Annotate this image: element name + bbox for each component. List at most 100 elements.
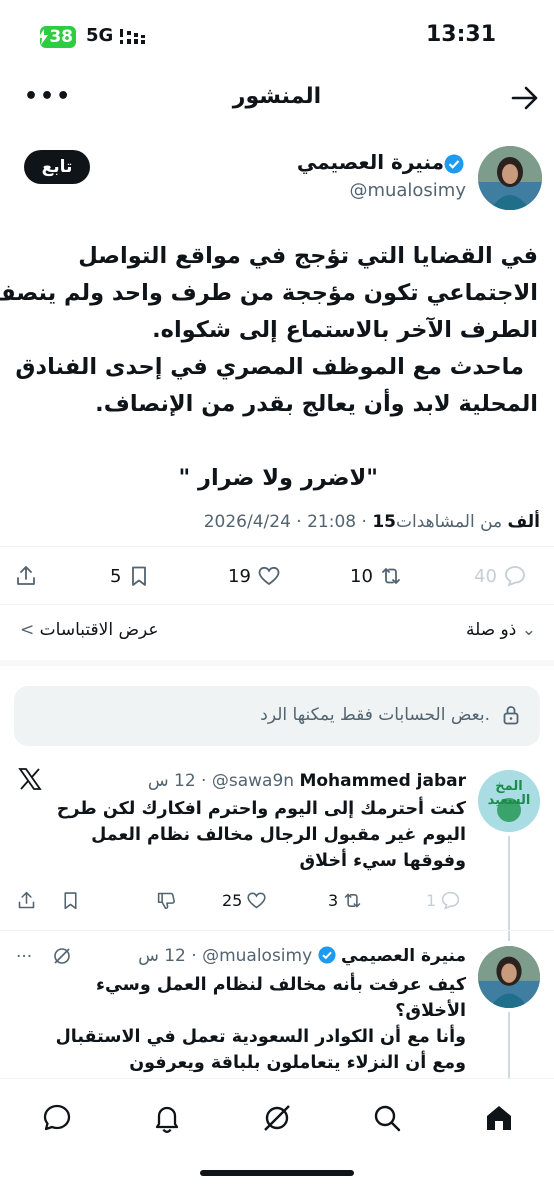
search-icon: [374, 1105, 401, 1132]
avatar-text: المخ السعيد: [487, 779, 531, 808]
repost-button[interactable]: 10: [350, 561, 403, 591]
bookmark-icon: [64, 891, 77, 909]
grok-icon: [264, 1105, 290, 1131]
reply-header: 12 س · @mualosimy منيرة العصيمي: [138, 946, 466, 969]
reply-text: كنت أحترمك إلى اليوم واحترم افكارك لكن ط…: [16, 796, 466, 874]
network-type: 5G: [86, 25, 114, 46]
reply-time: 12 س: [138, 946, 186, 966]
bookmark-button[interactable]: 5: [110, 561, 151, 591]
nav-home[interactable]: [482, 1101, 516, 1135]
home-indicator: [200, 1170, 354, 1176]
post-meta: 2026/4/24 · 21:08 · 15ألف من المشاهدات: [204, 512, 540, 532]
reply-line: الأخلاق؟: [395, 1001, 466, 1021]
nav-grok[interactable]: [260, 1101, 294, 1135]
reply-author-name[interactable]: منيرة العصيمي: [341, 946, 466, 966]
post-line: [12, 423, 538, 460]
thumbs-down-icon: [157, 892, 175, 909]
reply-bookmark-button[interactable]: [60, 886, 81, 914]
x-logo-icon: [18, 768, 42, 796]
reply-dislike-button[interactable]: [156, 886, 177, 914]
post-text: في القضايا التي تؤجج في مواقع التواصل ال…: [0, 238, 538, 497]
clock: 13:31: [425, 22, 496, 47]
reply-line: كيف عرفت بأنه مخالف لنظام العمل وسيء: [96, 975, 466, 995]
page-title: المنشور: [232, 84, 322, 109]
reply-button[interactable]: 40: [474, 561, 527, 591]
reply-like-button[interactable]: 25: [222, 886, 267, 914]
reply-more-button[interactable]: ···: [16, 946, 72, 971]
nav-search[interactable]: [370, 1101, 404, 1135]
arrow-right-icon: [511, 86, 538, 110]
heart-icon: [247, 892, 266, 908]
relevance-sort[interactable]: ذو صلة ⌄: [466, 620, 536, 640]
post-line: الطرف الآخر بالاستماع إلى شكواه.: [152, 317, 538, 343]
reply-author-name[interactable]: Mohammed jabar: [299, 771, 466, 791]
heart-icon: [258, 566, 280, 586]
share-icon: [17, 566, 35, 585]
reply-repost-button[interactable]: 3: [328, 886, 363, 914]
author-name[interactable]: منيرة العصيمي: [297, 150, 444, 174]
reply-avatar[interactable]: المخ السعيد: [478, 770, 540, 832]
repost-count: 10: [350, 565, 373, 587]
restriction-text: بعض الحسابات فقط يمكنها الرد.: [260, 705, 490, 725]
post-line: "لاضرر ولا ضرار ": [178, 465, 378, 491]
reply-icon: [505, 566, 525, 587]
back-button[interactable]: [510, 84, 540, 112]
reply-icon: [442, 891, 460, 910]
messages-icon: [43, 1104, 71, 1131]
status-bar: 38 5G 13:31: [0, 0, 554, 72]
reply-count: 40: [474, 565, 497, 587]
reply-line: اليوم غير مقبول الرجال مخالف نظام العمل: [91, 825, 466, 845]
bookmark-icon: [132, 566, 147, 586]
reply-line: وأنا مع أن الكوادر السعودية تعمل في الاس…: [55, 1027, 466, 1047]
verified-icon: [444, 154, 464, 178]
reply-line: وفوقها سيء أخلاق: [299, 851, 466, 871]
reply-text: كيف عرفت بأنه مخالف لنظام العمل وسيء الأ…: [16, 972, 466, 1076]
relevance-label: ذو صلة: [465, 620, 517, 640]
home-icon: [487, 1106, 511, 1130]
bottom-nav: [0, 1078, 554, 1199]
reply-repost-count: 3: [328, 890, 339, 910]
reply-handle[interactable]: @sawa9n: [212, 771, 294, 791]
bookmark-count: 5: [110, 565, 122, 587]
reply-reply-button[interactable]: 1: [426, 886, 461, 914]
lock-icon: [500, 704, 522, 730]
reply-time: 12 س: [147, 771, 196, 791]
grok-icon: [52, 946, 72, 971]
repost-icon: [344, 893, 361, 907]
post-line: في القضايا التي تؤجج في مواقع التواصل: [78, 243, 538, 269]
verified-icon: [318, 946, 336, 969]
chevron-down-icon: ⌄: [521, 620, 536, 640]
reply-like-count: 25: [222, 890, 243, 910]
signal-icon: [120, 27, 152, 51]
reply-handle[interactable]: @mualosimy: [202, 946, 312, 966]
post-line: ماحدث مع الموظف المصري في إحدى الفنادق: [15, 354, 524, 380]
divider: [0, 930, 554, 931]
view-quotes-link[interactable]: < عرض الاقتباسات: [20, 620, 159, 640]
reply-reply-count: 1: [426, 890, 437, 910]
reply-header: 12 س · @sawa9n Mohammed jabar: [147, 771, 466, 791]
share-icon: [18, 891, 35, 908]
view-quotes-label: عرض الاقتباسات: [39, 620, 159, 640]
post-line: الاجتماعي تكون مؤججة من طرف واحد ولم ينص…: [0, 280, 538, 306]
like-button[interactable]: 19: [228, 561, 281, 591]
repost-icon: [382, 568, 400, 584]
thread-line: [508, 836, 510, 941]
reply-line: كنت أحترمك إلى اليوم واحترم افكارك لكن ط…: [56, 799, 466, 819]
more-dots-icon: ···: [16, 947, 33, 967]
post-timestamp: 2026/4/24 · 21:08 ·: [203, 512, 373, 532]
nav-messages[interactable]: [40, 1101, 74, 1135]
divider: [0, 546, 554, 547]
like-count: 19: [228, 565, 251, 587]
reply-share-button[interactable]: [16, 886, 37, 914]
nav-notifications[interactable]: [150, 1101, 184, 1135]
battery-level: 38: [49, 27, 73, 47]
reply-avatar[interactable]: [478, 946, 540, 1008]
share-button[interactable]: [14, 561, 38, 591]
chevron-left-icon: <: [20, 620, 35, 640]
reply-restriction-banner: بعض الحسابات فقط يمكنها الرد.: [14, 686, 540, 746]
section-divider: [0, 660, 554, 666]
more-button[interactable]: •••: [24, 84, 72, 109]
follow-button[interactable]: تابع: [24, 150, 90, 184]
author-avatar[interactable]: [478, 146, 542, 210]
reply-line: ومع أن النزلاء يتعاملون بلباقة ويعرفون: [129, 1053, 466, 1073]
